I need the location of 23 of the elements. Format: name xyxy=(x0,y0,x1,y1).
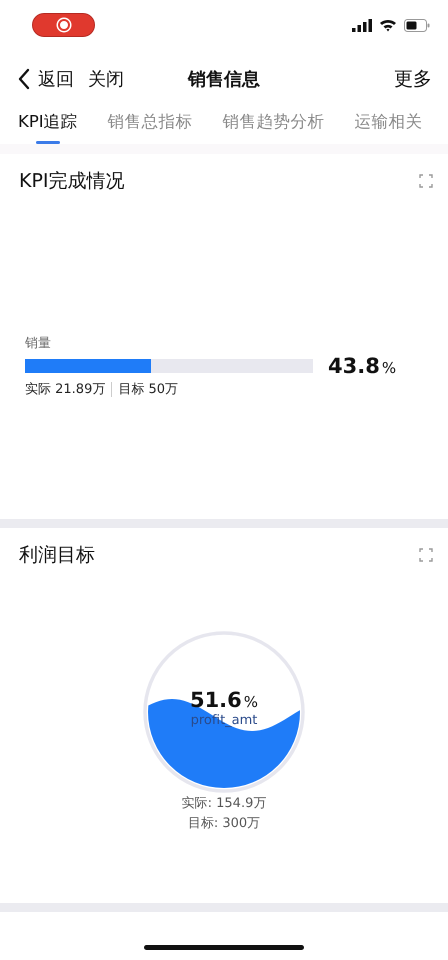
percentage-value: 43.8% xyxy=(328,354,396,378)
metric-label: 销量 xyxy=(25,335,52,352)
signal-icon xyxy=(352,18,372,32)
actual-value: 实际 21.89万 xyxy=(25,381,106,398)
wifi-icon xyxy=(379,18,397,32)
battery-icon xyxy=(404,18,430,32)
recording-indicator-icon xyxy=(32,13,95,37)
close-button[interactable]: 关闭 xyxy=(88,67,124,91)
target-value: 目标 50万 xyxy=(118,381,178,398)
back-button[interactable]: 返回 xyxy=(18,67,74,91)
tab[interactable]: 运输相关 xyxy=(354,108,423,144)
fullscreen-icon[interactable] xyxy=(419,548,433,562)
target-value: 目标: 300万 xyxy=(188,815,260,833)
card-title: KPI完成情况 xyxy=(19,169,125,194)
tab[interactable]: KPI追踪 xyxy=(18,108,78,144)
actual-value: 实际: 154.9万 xyxy=(182,795,266,813)
card-title: 利润目标 xyxy=(19,543,95,568)
tab[interactable]: 销售总指标 xyxy=(108,108,193,144)
tab[interactable]: 销售趋势分析 xyxy=(222,108,325,144)
percentage-value: 51.6% xyxy=(190,688,258,712)
page-title: 销售信息 xyxy=(188,68,260,91)
fullscreen-icon[interactable] xyxy=(419,174,433,188)
more-button[interactable]: 更多 xyxy=(394,66,432,92)
